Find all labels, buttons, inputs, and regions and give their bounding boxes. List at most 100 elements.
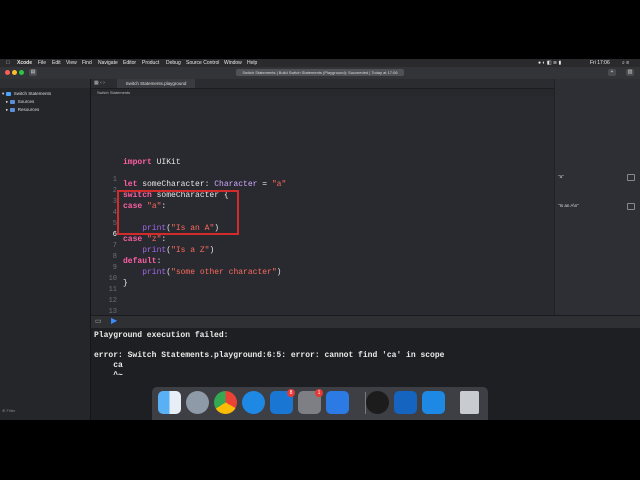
code-token: let xyxy=(123,180,138,189)
activity-status: Switch Statements | Build Switch Stateme… xyxy=(236,69,404,76)
code-token: default xyxy=(123,257,157,266)
menu-edit[interactable]: Edit xyxy=(52,59,61,67)
code-token: "some other character" xyxy=(171,268,277,277)
code-line: } xyxy=(123,279,128,288)
console-line: ^~ xyxy=(94,371,123,380)
clock[interactable]: Fri 17:06 xyxy=(590,59,610,67)
navigator-tab-bar[interactable] xyxy=(0,79,90,88)
tab-switch-statements[interactable]: Switch Statements.playground xyxy=(117,79,195,88)
project-navigator: ▾ Switch Statements ▸ Sources ▸ Resource… xyxy=(0,79,91,420)
quick-look-button[interactable] xyxy=(627,203,635,210)
code-line: print("some other character") xyxy=(142,268,282,277)
code-token: Character xyxy=(214,180,258,189)
jump-bar-item[interactable]: Switch Statements xyxy=(97,90,130,95)
console-line: Playground execution failed: xyxy=(94,331,229,340)
system-preferences-icon[interactable]: 1 xyxy=(298,389,323,414)
line-number: 5 xyxy=(112,220,117,228)
annotation-highlight-box xyxy=(117,190,239,235)
screen:  Xcode File Edit View Find Navigate Edi… xyxy=(0,59,640,420)
filter-placeholder: Filter xyxy=(6,408,16,413)
menu-window[interactable]: Window xyxy=(224,59,242,67)
navigator-item-resources[interactable]: ▸ Resources xyxy=(6,106,39,113)
menu-navigate[interactable]: Navigate xyxy=(98,59,118,67)
hide-debug-area-icon[interactable]: ▭ xyxy=(95,317,102,325)
obs-icon[interactable] xyxy=(366,391,389,414)
teamviewer-icon[interactable] xyxy=(394,391,417,414)
code-token: print xyxy=(142,246,167,255)
menu-debug[interactable]: Debug xyxy=(166,59,181,67)
notification-badge: 1 xyxy=(315,389,323,397)
navigator-item-sources[interactable]: ▸ Sources xyxy=(6,98,34,105)
disclosure-icon[interactable]: ▸ xyxy=(6,107,8,112)
result-value: "a" xyxy=(558,174,564,179)
line-number: 3 xyxy=(112,198,117,206)
menu-bar:  Xcode File Edit View Find Navigate Edi… xyxy=(0,59,640,67)
zoom-window-button[interactable] xyxy=(19,70,24,75)
folder-icon xyxy=(9,99,15,104)
code-token: import xyxy=(123,158,152,167)
menu-source-control[interactable]: Source Control xyxy=(186,59,219,67)
code-token: "a" xyxy=(271,180,287,189)
code-token: "Is a Z" xyxy=(171,246,210,255)
menu-editor[interactable]: Editor xyxy=(123,59,136,67)
code-line: let someCharacter: Character = "a" xyxy=(123,180,287,189)
disclosure-icon[interactable]: ▸ xyxy=(6,99,8,104)
inspector-toggle-icon[interactable]: ▥ xyxy=(626,69,634,76)
quick-look-button[interactable] xyxy=(627,174,635,181)
xcode-icon[interactable] xyxy=(326,391,349,414)
code-line: print("Is a Z") xyxy=(142,246,215,255)
preview-icon[interactable] xyxy=(422,391,445,414)
line-number: 1 xyxy=(112,176,117,184)
chrome-icon[interactable] xyxy=(214,391,237,414)
line-number: 11 xyxy=(108,286,117,294)
trash-icon[interactable] xyxy=(460,391,479,414)
dock: 8 1 xyxy=(152,387,488,420)
menu-help[interactable]: Help xyxy=(247,59,257,67)
navigator-filter-field[interactable]: ⊕ Filter xyxy=(2,408,86,414)
menu-xcode[interactable]: Xcode xyxy=(17,59,32,67)
app-store-icon[interactable]: 8 xyxy=(270,389,295,414)
status-icons[interactable]: ● ◐ ◧ ≋ ▮ xyxy=(538,59,561,67)
line-number: 9 xyxy=(112,264,117,272)
finder-icon[interactable] xyxy=(158,391,181,414)
result-value: "Is an A\n" xyxy=(558,203,579,208)
line-number: 2 xyxy=(112,187,117,195)
notification-badge: 8 xyxy=(287,389,295,397)
disclosure-icon[interactable]: ▾ xyxy=(2,91,4,96)
menu-product[interactable]: Product xyxy=(142,59,159,67)
navigator-item-label: Sources xyxy=(17,99,35,104)
navigator-item-label: Resources xyxy=(17,107,40,112)
navigator-toggle-icon[interactable]: ▤ xyxy=(29,69,37,76)
line-number: 12 xyxy=(108,297,117,305)
run-playground-icon[interactable]: ▶ xyxy=(111,316,117,325)
folder-icon xyxy=(9,107,15,112)
debug-bar: ▭ ▶ xyxy=(91,315,640,329)
menu-view[interactable]: View xyxy=(66,59,77,67)
minimize-window-button[interactable] xyxy=(12,70,17,75)
line-number: 4 xyxy=(112,209,117,217)
close-window-button[interactable] xyxy=(5,70,10,75)
launchpad-icon[interactable] xyxy=(186,391,209,414)
results-sidebar: "a" "Is an A\n" xyxy=(554,79,640,315)
code-line: default: xyxy=(123,257,162,266)
add-icon[interactable]: + xyxy=(608,69,616,76)
code-token: case xyxy=(123,235,143,244)
code-token: print xyxy=(142,268,167,277)
line-number: 7 xyxy=(112,242,117,250)
line-number: 8 xyxy=(112,253,117,261)
console-line: ca xyxy=(94,361,123,370)
search-icon[interactable]: ⌕ ≡ xyxy=(622,59,629,67)
safari-icon[interactable] xyxy=(242,391,265,414)
menu-file[interactable]: File xyxy=(38,59,46,67)
code-token: "z" xyxy=(147,235,162,244)
playground-icon xyxy=(5,91,11,96)
apple-menu-icon[interactable]:  xyxy=(6,59,10,67)
navigator-project-row[interactable]: ▾ Switch Statements xyxy=(2,90,51,97)
console-line: error: Switch Statements.playground:6:5:… xyxy=(94,351,445,360)
line-number: 10 xyxy=(108,275,117,283)
line-number-gutter: 1 2 3 4 5 6 7 8 9 10 11 12 13 14 xyxy=(91,97,119,327)
grid-icon[interactable]: ▦ ‹ › xyxy=(94,80,105,86)
navigator-project-label: Switch Statements xyxy=(13,91,52,96)
code-line: case "z": xyxy=(123,235,167,244)
menu-find[interactable]: Find xyxy=(82,59,92,67)
